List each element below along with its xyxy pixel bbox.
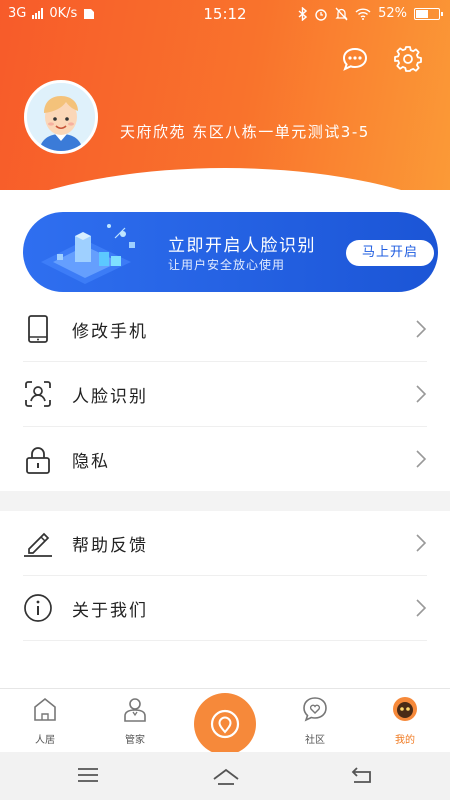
location-pin-icon	[210, 709, 240, 739]
tab-home[interactable]: 人居	[10, 695, 80, 746]
battery-percent: 52%	[378, 6, 407, 21]
menu-item-about-us[interactable]: 关于我们	[23, 576, 427, 641]
banner-title: 立即开启人脸识别	[168, 236, 316, 256]
chevron-right-icon	[416, 599, 427, 617]
section-divider	[0, 491, 450, 511]
face-scan-illustration	[41, 224, 135, 284]
bluetooth-icon	[298, 6, 308, 21]
system-navigation-bar	[0, 752, 450, 800]
alarm-icon	[315, 8, 327, 21]
tab-community[interactable]: 社区	[280, 695, 350, 746]
profile-header: 3G 0K/s 15:12 52% 天府欣苑 东区八栋一单元测试3-5	[0, 0, 450, 190]
avatar[interactable]	[24, 80, 98, 154]
menu-group-account: 修改手机 人脸识别 隐私	[0, 297, 450, 492]
wifi-icon	[355, 7, 371, 20]
settings-icon[interactable]	[393, 44, 423, 74]
back-icon[interactable]	[350, 766, 374, 786]
profile-icon	[393, 697, 417, 721]
center-action-button[interactable]	[194, 693, 256, 755]
menu-item-help-feedback[interactable]: 帮助反馈	[23, 511, 427, 576]
face-scan-icon	[23, 379, 53, 409]
battery-icon	[414, 7, 443, 20]
tab-butler[interactable]: 管家	[100, 695, 170, 746]
lock-icon	[23, 445, 53, 475]
menu-group-support: 帮助反馈 关于我们	[0, 511, 450, 641]
address-text[interactable]: 天府欣苑 东区八栋一单元测试3-5	[120, 121, 370, 142]
menu-label: 帮助反馈	[72, 535, 148, 556]
community-icon	[303, 697, 327, 722]
menu-label: 人脸识别	[72, 386, 148, 407]
home-nav-icon[interactable]	[212, 766, 240, 786]
menu-item-change-phone[interactable]: 修改手机	[23, 297, 427, 362]
chat-icon[interactable]	[340, 44, 370, 74]
banner-subtitle: 让用户安全放心使用	[168, 258, 286, 272]
phone-icon	[23, 314, 53, 344]
avatar-illustration	[27, 83, 95, 151]
info-icon	[23, 593, 53, 623]
home-icon	[34, 697, 56, 721]
enable-now-button[interactable]: 马上开启	[346, 240, 434, 266]
pencil-icon	[23, 528, 53, 558]
tab-label: 我的	[395, 735, 415, 746]
mute-icon	[335, 7, 348, 20]
tab-profile[interactable]: 我的	[370, 695, 440, 746]
header-curve	[0, 168, 450, 190]
menu-label: 隐私	[72, 452, 110, 472]
tab-label: 社区	[305, 735, 325, 746]
chevron-right-icon	[416, 450, 427, 468]
menu-item-face-recognition[interactable]: 人脸识别	[23, 362, 427, 427]
status-bar: 3G 0K/s 15:12 52%	[0, 0, 450, 28]
chevron-right-icon	[416, 534, 427, 552]
chevron-right-icon	[416, 385, 427, 403]
butler-icon	[124, 698, 146, 722]
menu-label: 关于我们	[72, 600, 148, 621]
menu-icon[interactable]	[77, 766, 99, 784]
tab-label: 人居	[35, 735, 55, 746]
chevron-right-icon	[416, 320, 427, 338]
menu-label: 修改手机	[72, 321, 148, 342]
menu-item-privacy[interactable]: 隐私	[23, 427, 427, 492]
tab-label: 管家	[125, 735, 145, 746]
face-recognition-banner[interactable]: 立即开启人脸识别 让用户安全放心使用 马上开启	[23, 212, 438, 292]
